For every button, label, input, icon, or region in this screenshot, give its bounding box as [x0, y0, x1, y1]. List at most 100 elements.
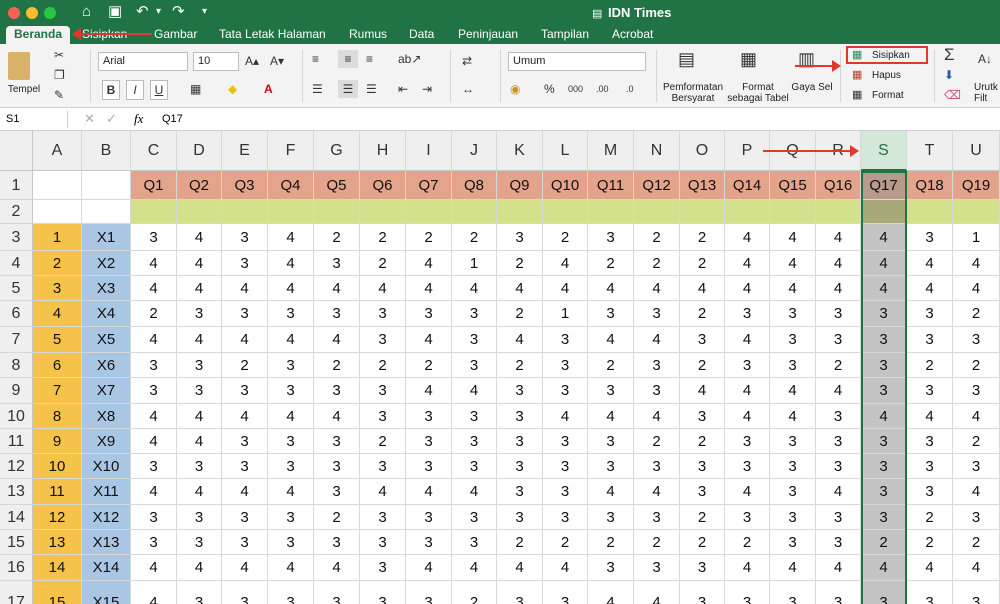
- row-header-10[interactable]: 10: [0, 404, 33, 429]
- data-cell[interactable]: 3: [268, 581, 314, 604]
- data-cell[interactable]: 4: [725, 479, 770, 505]
- data-cell[interactable]: 3: [222, 530, 268, 555]
- data-cell[interactable]: 3: [816, 530, 861, 555]
- cell-p2[interactable]: [725, 200, 770, 224]
- data-cell[interactable]: 4: [953, 276, 1000, 301]
- data-cell[interactable]: 3: [588, 378, 634, 404]
- data-cell[interactable]: 2: [360, 224, 406, 251]
- data-cell[interactable]: 4: [907, 555, 953, 581]
- respondent-id-cell[interactable]: X14: [82, 555, 131, 581]
- data-cell[interactable]: 3: [177, 530, 222, 555]
- data-cell[interactable]: 4: [177, 555, 222, 581]
- data-cell[interactable]: 3: [222, 454, 268, 479]
- data-cell[interactable]: 4: [588, 276, 634, 301]
- wrap-text-icon[interactable]: ⇄: [462, 52, 472, 70]
- select-all-corner[interactable]: [0, 131, 33, 171]
- insert-button[interactable]: Sisipkan: [872, 50, 910, 61]
- respondent-number-cell[interactable]: 8: [33, 404, 82, 429]
- data-cell[interactable]: 3: [452, 429, 497, 454]
- header-cell-q2[interactable]: Q2: [177, 171, 222, 200]
- data-cell[interactable]: 4: [222, 276, 268, 301]
- row-header-5[interactable]: 5: [0, 276, 33, 301]
- data-cell[interactable]: 3: [588, 429, 634, 454]
- data-cell[interactable]: 4: [770, 224, 816, 251]
- cell-b2[interactable]: [82, 200, 131, 224]
- data-cell[interactable]: 3: [314, 251, 360, 276]
- data-cell[interactable]: 3: [816, 404, 861, 429]
- data-cell[interactable]: 3: [816, 505, 861, 530]
- tab-tampilan[interactable]: Tampilan: [541, 26, 589, 43]
- data-cell[interactable]: 3: [543, 454, 588, 479]
- data-cell[interactable]: 4: [222, 479, 268, 505]
- paste-icon[interactable]: [8, 52, 30, 80]
- data-cell[interactable]: 3: [268, 505, 314, 530]
- data-cell[interactable]: 3: [452, 530, 497, 555]
- data-cell[interactable]: 3: [725, 429, 770, 454]
- data-cell[interactable]: 4: [131, 404, 177, 429]
- data-cell[interactable]: 3: [222, 251, 268, 276]
- respondent-number-cell[interactable]: 4: [33, 301, 82, 327]
- column-header-g[interactable]: G: [314, 131, 360, 171]
- respondent-id-cell[interactable]: X1: [82, 224, 131, 251]
- decrease-indent-icon[interactable]: ⇤: [398, 80, 408, 98]
- data-cell[interactable]: 2: [543, 224, 588, 251]
- data-cell[interactable]: 2: [131, 301, 177, 327]
- header-cell-q12[interactable]: Q12: [634, 171, 680, 200]
- font-color-icon[interactable]: A: [264, 80, 273, 98]
- respondent-id-cell[interactable]: X8: [82, 404, 131, 429]
- data-cell[interactable]: 3: [907, 327, 953, 353]
- data-cell[interactable]: 3: [770, 454, 816, 479]
- data-cell[interactable]: 2: [680, 251, 725, 276]
- data-cell[interactable]: 3: [497, 581, 543, 604]
- data-cell[interactable]: 4: [360, 479, 406, 505]
- data-cell[interactable]: 2: [953, 429, 1000, 454]
- data-cell[interactable]: 3: [497, 505, 543, 530]
- cell-l2[interactable]: [543, 200, 588, 224]
- data-cell[interactable]: 3: [497, 429, 543, 454]
- row-header-2[interactable]: 2: [0, 200, 33, 224]
- row-header-17[interactable]: 17: [0, 581, 33, 604]
- data-cell[interactable]: 3: [177, 581, 222, 604]
- data-cell[interactable]: 3: [131, 353, 177, 378]
- data-cell[interactable]: 4: [861, 404, 907, 429]
- data-cell[interactable]: 3: [406, 581, 452, 604]
- data-cell[interactable]: 4: [452, 555, 497, 581]
- data-cell[interactable]: 2: [360, 429, 406, 454]
- data-cell[interactable]: 4: [634, 327, 680, 353]
- data-cell[interactable]: 2: [406, 353, 452, 378]
- data-cell[interactable]: 3: [543, 505, 588, 530]
- number-format-select[interactable]: Umum: [508, 52, 646, 71]
- data-cell[interactable]: 4: [953, 479, 1000, 505]
- data-cell[interactable]: 4: [634, 581, 680, 604]
- data-cell[interactable]: 4: [177, 404, 222, 429]
- data-cell[interactable]: 4: [452, 479, 497, 505]
- respondent-number-cell[interactable]: 12: [33, 505, 82, 530]
- respondent-number-cell[interactable]: 7: [33, 378, 82, 404]
- data-cell[interactable]: 3: [360, 505, 406, 530]
- header-cell-q10[interactable]: Q10: [543, 171, 588, 200]
- respondent-number-cell[interactable]: 10: [33, 454, 82, 479]
- data-cell[interactable]: 3: [497, 224, 543, 251]
- data-cell[interactable]: 3: [634, 301, 680, 327]
- data-cell[interactable]: 4: [452, 378, 497, 404]
- data-cell[interactable]: 3: [861, 454, 907, 479]
- respondent-number-cell[interactable]: 14: [33, 555, 82, 581]
- data-cell[interactable]: 4: [725, 276, 770, 301]
- data-cell[interactable]: 4: [222, 404, 268, 429]
- data-cell[interactable]: 3: [406, 404, 452, 429]
- data-cell[interactable]: 4: [268, 276, 314, 301]
- align-bottom-icon[interactable]: ≡: [366, 50, 373, 68]
- data-cell[interactable]: 2: [634, 224, 680, 251]
- respondent-id-cell[interactable]: X5: [82, 327, 131, 353]
- cell-o2[interactable]: [680, 200, 725, 224]
- data-cell[interactable]: 3: [314, 301, 360, 327]
- data-cell[interactable]: 4: [131, 479, 177, 505]
- font-size-select[interactable]: 10: [193, 52, 239, 71]
- data-cell[interactable]: 3: [497, 479, 543, 505]
- data-cell[interactable]: 4: [680, 378, 725, 404]
- data-cell[interactable]: 3: [861, 353, 907, 378]
- data-cell[interactable]: 3: [314, 530, 360, 555]
- cell-d2[interactable]: [177, 200, 222, 224]
- data-cell[interactable]: 3: [725, 353, 770, 378]
- cell-style-label[interactable]: Gaya Sel: [790, 82, 834, 93]
